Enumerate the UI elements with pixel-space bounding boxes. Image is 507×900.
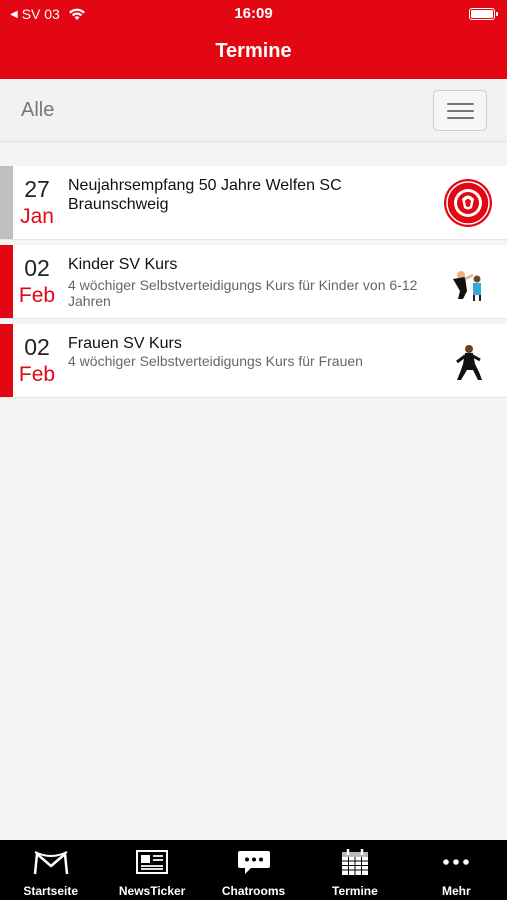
- kids-self-defense-icon: [453, 271, 481, 301]
- status-time: 16:09: [234, 5, 273, 22]
- home-m-icon: [33, 851, 68, 875]
- event-month: Feb: [18, 284, 56, 307]
- hamburger-icon: [447, 103, 474, 105]
- filter-menu-button[interactable]: [433, 90, 487, 131]
- tab-label: Chatrooms: [221, 884, 286, 898]
- event-description: 4 wöchiger Selbstverteidigungs Kurs für …: [68, 277, 418, 309]
- event-item[interactable]: 02 Feb Frauen SV Kurs 4 wöchiger Selbstv…: [0, 324, 507, 398]
- battery-icon: [469, 8, 498, 20]
- event-item[interactable]: 02 Feb Kinder SV Kurs 4 wöchiger Selbstv…: [0, 245, 507, 319]
- newspaper-icon: [136, 850, 169, 874]
- tab-termine[interactable]: Termine: [304, 840, 405, 900]
- app-header: ◀ SV 03 16:09 Termine: [0, 0, 507, 79]
- status-bar: ◀ SV 03 16:09: [0, 0, 507, 28]
- event-month: Feb: [18, 363, 56, 386]
- event-stripe: [0, 166, 13, 239]
- tab-bar: Startseite NewsTicker Chatrooms Termine: [0, 840, 507, 900]
- tab-label: NewsTicker: [118, 884, 186, 898]
- event-day: 27: [24, 176, 50, 202]
- women-self-defense-icon: [456, 345, 482, 380]
- filter-label[interactable]: Alle: [21, 99, 54, 122]
- tab-label: Termine: [332, 884, 378, 898]
- calendar-icon: [341, 849, 368, 875]
- tab-mehr[interactable]: Mehr: [406, 840, 507, 900]
- event-title: Frauen SV Kurs: [68, 335, 182, 352]
- event-title: Neujahrsempfang 50 Jahre Welfen SC Braun…: [68, 177, 342, 213]
- more-dots-icon: [443, 859, 470, 865]
- tab-chatrooms[interactable]: Chatrooms: [203, 840, 304, 900]
- event-stripe: [0, 324, 13, 397]
- tab-label: Mehr: [441, 884, 471, 898]
- event-day: 02: [24, 334, 50, 360]
- event-day: 02: [24, 255, 50, 281]
- tab-startseite[interactable]: Startseite: [0, 840, 101, 900]
- page-title: Termine: [215, 40, 292, 62]
- chat-bubble-icon: [237, 851, 270, 874]
- filter-bar: Alle: [0, 79, 507, 142]
- event-item[interactable]: 27 Jan Neujahrsempfang 50 Jahre Welfen S…: [0, 166, 507, 240]
- event-description: 4 wöchiger Selbstverteidigungs Kurs für …: [68, 353, 363, 369]
- event-month: Jan: [20, 205, 54, 228]
- tab-label: Startseite: [23, 884, 79, 898]
- event-list: 27 Jan Neujahrsempfang 50 Jahre Welfen S…: [0, 166, 507, 403]
- welfen-sc-logo-icon: [444, 179, 492, 227]
- event-stripe: [0, 245, 13, 318]
- event-title: Kinder SV Kurs: [68, 256, 178, 273]
- tab-newsticker[interactable]: NewsTicker: [101, 840, 202, 900]
